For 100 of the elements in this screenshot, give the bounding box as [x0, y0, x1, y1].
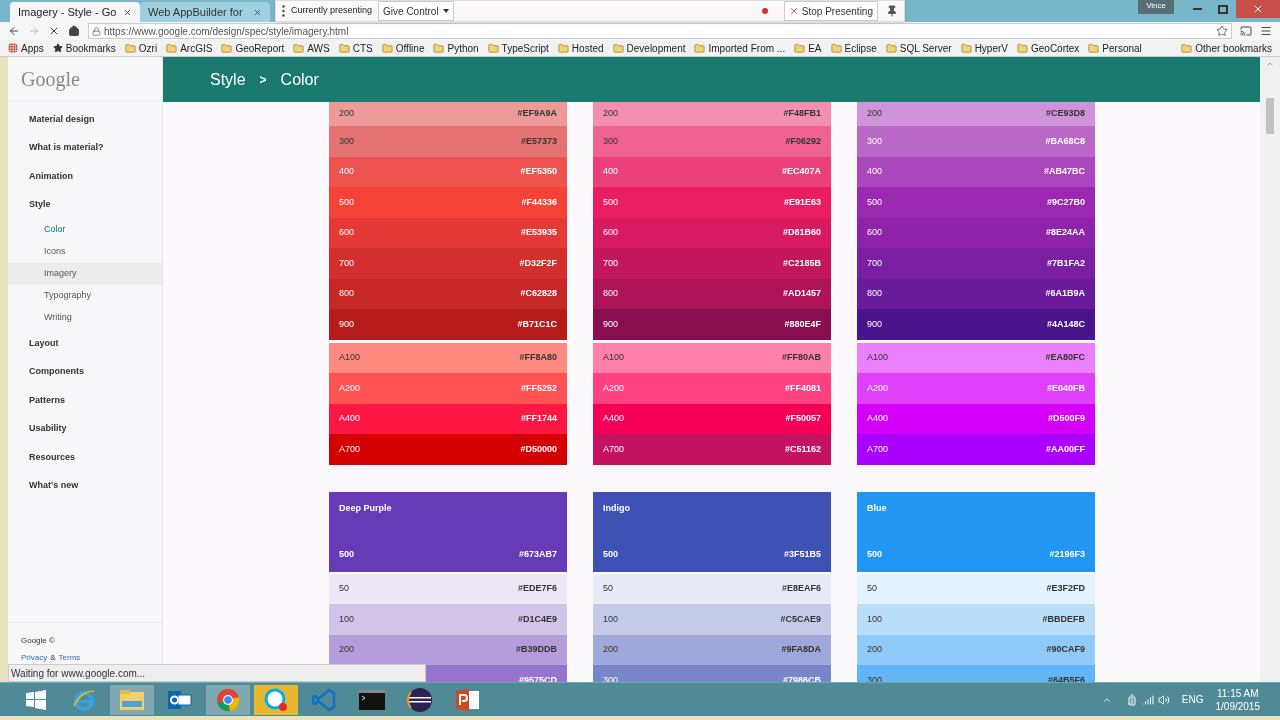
shade-label: 700: [339, 256, 355, 270]
hex-code: #8E24AA: [1045, 226, 1085, 239]
hex-code: #7986CB: [782, 673, 821, 682]
terms-link[interactable]: Terms: [58, 652, 81, 664]
hex-code: #90CAF9: [1046, 643, 1085, 656]
drag-handle-icon: [282, 5, 285, 17]
shade-label: 100: [603, 612, 619, 626]
hex-code: #C5CAE9: [780, 612, 821, 626]
hex-code: #B39DDB: [516, 643, 557, 656]
shade-label: A200: [603, 381, 625, 395]
hex-code: #F06292: [785, 134, 821, 148]
shade-label: 800: [867, 287, 883, 300]
folder-icon: [487, 42, 499, 54]
scroll-up-icon[interactable]: [1266, 60, 1274, 68]
close-icon[interactable]: [123, 7, 132, 17]
sidebar-item[interactable]: Color: [8, 219, 162, 241]
give-control-dropdown[interactable]: Give Control: [378, 1, 454, 21]
palette-name: Blue: [867, 501, 888, 515]
sidebar-item[interactable]: Style: [8, 190, 162, 219]
sidebar-item[interactable]: Animation: [8, 162, 162, 191]
scrollbar-thumb[interactable]: [1266, 98, 1274, 134]
menu-icon[interactable]: [1260, 25, 1272, 37]
palette-name: Deep Purple: [339, 501, 393, 515]
folder-icon: [221, 42, 233, 54]
bookmark[interactable]: Personal: [1088, 40, 1142, 56]
cast-icon[interactable]: [1240, 25, 1252, 37]
sidebar-item[interactable]: Patterns: [8, 386, 162, 415]
sidebar-item[interactable]: What is material?: [8, 133, 162, 162]
ampersand-text: &: [50, 652, 56, 664]
browser-tab[interactable]: Imagery - Style - Go: [10, 2, 140, 22]
bookmark[interactable]: Python: [433, 40, 479, 56]
clock[interactable]: 11:15 AM 1/09/2015: [1215, 686, 1260, 713]
bookmark[interactable]: Offline: [381, 40, 425, 56]
folder-icon: [381, 42, 393, 54]
s-chat-icon: [264, 687, 288, 712]
bookmark[interactable]: TypeScript: [487, 40, 549, 56]
shade-label: 500: [603, 195, 619, 209]
bookmark[interactable]: ArcGIS: [166, 40, 213, 56]
hex-code: #6A1B9A: [1045, 287, 1085, 300]
shade-label: 200: [603, 107, 619, 121]
bookmark[interactable]: Hosted: [557, 40, 604, 56]
sidebar-item[interactable]: Usability: [8, 414, 162, 443]
bookmark[interactable]: GeoReport: [221, 40, 285, 56]
shade-label: A200: [339, 381, 361, 395]
bookmark[interactable]: AWS: [293, 40, 330, 56]
bookmark[interactable]: Development: [612, 40, 686, 56]
sidebar-item[interactable]: Layout: [8, 329, 162, 358]
shade-label: 50: [603, 582, 613, 595]
home-icon[interactable]: [68, 25, 80, 37]
status-tooltip: Waiting for www.google.com...: [8, 664, 426, 682]
shade-label: 500: [867, 195, 883, 209]
volume-icon[interactable]: [1157, 693, 1170, 706]
sidebar-item[interactable]: Material design: [8, 105, 162, 134]
bookmark[interactable]: EA: [794, 40, 822, 56]
bookmark[interactable]: HyperV: [960, 40, 1008, 56]
bookmark[interactable]: SQL Server: [885, 40, 952, 56]
browser-tab[interactable]: Web AppBuilder for: [140, 2, 270, 22]
hex-code: #3F51B5: [783, 548, 821, 561]
star-icon: [52, 43, 63, 53]
shade-label: 800: [339, 287, 355, 300]
close-icon[interactable]: [253, 7, 262, 17]
bookmark[interactable]: Ozri: [124, 40, 158, 56]
folder-icon: [293, 42, 305, 54]
bookmark[interactable]: Bookmarks: [52, 40, 116, 56]
sidebar-item[interactable]: What's new: [8, 471, 162, 500]
back-icon[interactable]: [8, 25, 20, 37]
shade-label: 700: [603, 256, 619, 270]
sidebar-item[interactable]: Components: [8, 357, 162, 386]
sidebar-item[interactable]: Resources: [8, 443, 162, 472]
language-indicator[interactable]: ENG: [1181, 692, 1204, 707]
bookmark[interactable]: Imported From ...: [694, 40, 786, 56]
address-field[interactable]: https://www.google.com/design/spec/style/imagery.html: [88, 23, 1232, 39]
stop-presenting-button[interactable]: Stop Presenting: [783, 1, 878, 21]
hex-code: #EF9A9A: [517, 107, 557, 121]
sidebar-item[interactable]: Icons: [8, 241, 162, 263]
folder-icon: [1088, 42, 1100, 54]
hex-code: #FF4081: [784, 381, 821, 395]
shade-label: 900: [339, 317, 355, 331]
bookmark[interactable]: Eclipse: [830, 40, 877, 56]
folder-icon: [166, 42, 178, 54]
hex-code: #FF1744: [520, 412, 557, 425]
sidebar-item[interactable]: Writing: [8, 307, 162, 329]
privacy-link[interactable]: Privacy: [21, 652, 48, 664]
sidebar-item[interactable]: Imagery: [8, 263, 162, 285]
star-icon[interactable]: [1216, 25, 1228, 37]
browser-e-icon: [72, 687, 96, 712]
hex-code: #D1C4E9: [517, 612, 557, 626]
shade-label: 800: [603, 287, 619, 300]
stop-icon[interactable]: [48, 25, 60, 37]
battery-icon[interactable]: [1125, 693, 1138, 706]
bookmark[interactable]: Other bookmarks: [1181, 40, 1272, 56]
shade-label: 900: [867, 317, 883, 331]
hex-code: #E8EAF6: [781, 582, 821, 595]
bookmark[interactable]: GeoCortex: [1017, 40, 1080, 56]
pin-icon[interactable]: [886, 5, 898, 17]
hex-code: #880E4F: [784, 317, 821, 331]
bookmark[interactable]: Apps: [8, 40, 44, 56]
shade-label: 100: [339, 612, 355, 626]
bookmark[interactable]: CTS: [338, 40, 373, 56]
sidebar-item[interactable]: Typography: [8, 285, 162, 307]
